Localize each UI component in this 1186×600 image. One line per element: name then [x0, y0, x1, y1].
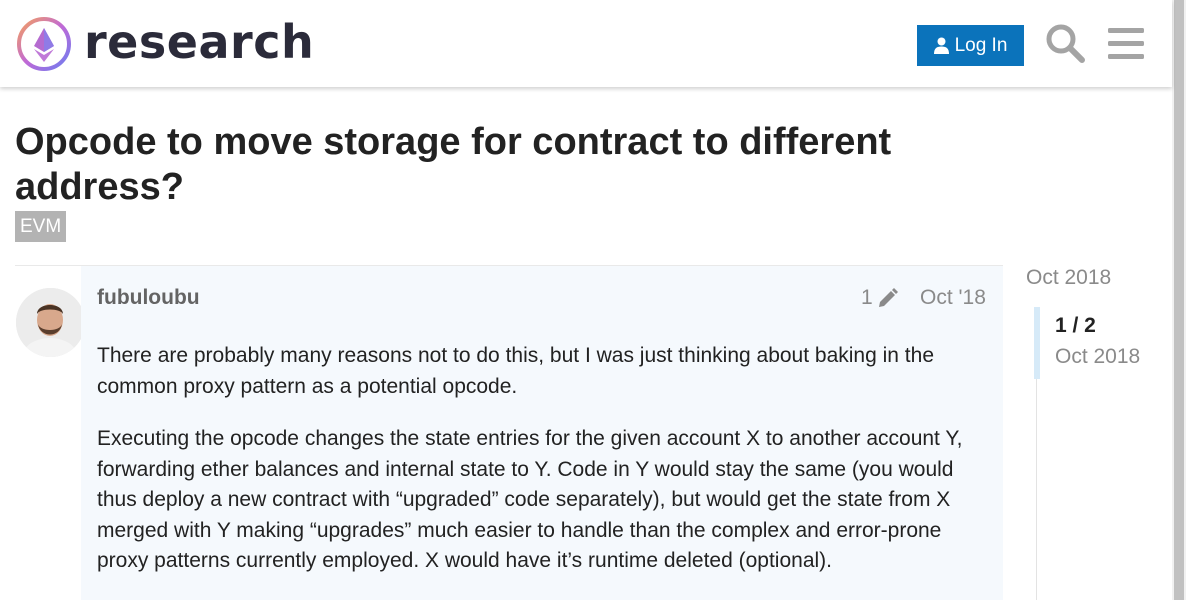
user-avatar-image	[16, 288, 85, 357]
login-label: Log In	[954, 34, 1008, 56]
topic-title[interactable]: Opcode to move storage for contract to d…	[15, 120, 975, 210]
tag-evm[interactable]: EVM	[15, 211, 67, 242]
timeline-scroll-handle[interactable]	[1034, 307, 1040, 379]
login-button[interactable]: Log In	[917, 25, 1024, 66]
post-paragraph: Executing the opcode changes the state e…	[97, 427, 963, 572]
timeline-position: 1 / 2	[1055, 314, 1096, 337]
timeline-start-date[interactable]: Oct 2018	[1026, 266, 1111, 290]
edit-history[interactable]: 1	[861, 286, 899, 310]
edit-count: 1	[861, 286, 873, 309]
user-icon	[933, 37, 949, 54]
site-logo-text[interactable]: research	[84, 14, 314, 70]
hamburger-menu-icon[interactable]	[1105, 22, 1147, 64]
scrollbar-thumb[interactable]	[1174, 0, 1184, 600]
pencil-icon	[878, 288, 898, 307]
page-scrollbar[interactable]	[1172, 0, 1186, 600]
avatar[interactable]	[16, 288, 85, 357]
timeline-current-date: Oct 2018	[1055, 345, 1141, 368]
post-date[interactable]: Oct '18	[920, 286, 986, 310]
site-header: research Log In	[0, 0, 1172, 87]
post-username[interactable]: fubuloubu	[97, 286, 200, 310]
ethereum-logo-icon[interactable]	[16, 16, 72, 72]
search-icon[interactable]	[1044, 22, 1086, 64]
post-paragraph: There are probably many reasons not to d…	[97, 344, 934, 398]
